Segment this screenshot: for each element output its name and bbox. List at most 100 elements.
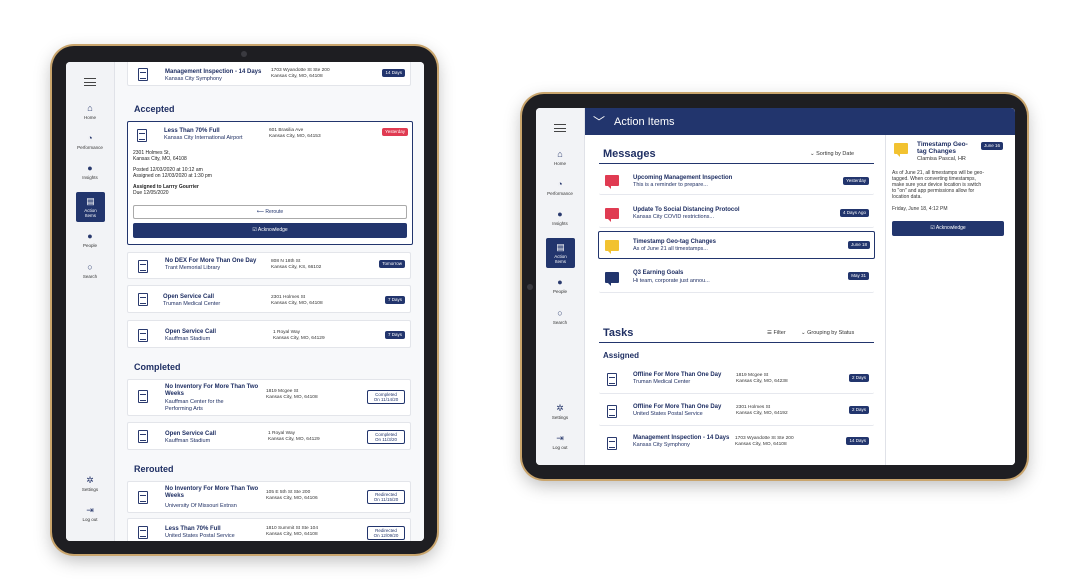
vending-machine-icon [138,260,148,273]
task-subtitle: Trant Memorial Library [165,265,221,271]
nav-people[interactable]: ● People [74,228,106,250]
task-title: Open Service Call [165,431,217,437]
section-messages: Messages [603,148,656,160]
alert-red-icon [605,175,619,189]
task-title: No Inventory For More Than Two Weeks [165,384,259,397]
nav-settings[interactable]: ✲ Settings [544,400,576,422]
section-completed: Completed [134,362,181,372]
task-title: Less Than 70% Full [164,128,220,134]
task-row[interactable]: Management Inspection - 14 Days Kansas C… [599,429,874,459]
task-card[interactable]: Less Than 70% Full United States Postal … [127,518,411,541]
task-row[interactable]: Offline For More Than One Day United Sta… [599,397,874,426]
task-address: 2301 Holmes St Kansas City, MO, 64192 [736,405,788,416]
message-title: Q3 Earning Goals [633,270,684,276]
task-card[interactable]: Open Service Call Kauffman Stadium 1 Roy… [127,422,411,450]
status-badge: 14 Days [382,69,405,77]
nav-logout[interactable]: ⇥ Log out [74,502,106,524]
nav-people[interactable]: ● People [544,274,576,296]
person-icon: ● [87,230,93,241]
task-card[interactable]: No Inventory For More Than Two Weeks Kauf… [127,379,411,416]
vending-machine-icon [138,293,148,306]
gear-icon: ✲ [86,474,94,485]
detail-sender: Clamisa Pascal, HR [917,156,966,162]
nav-search[interactable]: ○ Search [74,259,106,281]
message-row[interactable]: Q3 Earning Goals Hi team, corporate just… [599,263,874,293]
completed-badge: Completed On 11/14/20 [367,390,405,404]
completed-badge: Completed On 11/3/20 [367,430,405,444]
vending-machine-icon [138,390,148,403]
section-rerouted: Rerouted [134,464,174,474]
vending-machine-icon [138,430,148,443]
message-row[interactable]: Update To Social Distancing Protocol Kan… [599,198,874,228]
task-subtitle: Kansas City Symphony [633,442,690,448]
chevron-down-icon[interactable]: ﹀ [593,113,605,130]
search-icon: ○ [557,307,563,318]
task-card[interactable]: No DEX For More Than One Day Trant Memor… [127,252,411,279]
message-row[interactable]: Upcoming Management Inspection This is a… [599,166,874,195]
vending-machine-icon [137,129,147,142]
status-badge: 7 Days [384,296,405,304]
alert-red-icon [605,208,619,222]
right-screen: ⌂ Home ◔ Performance ● Insights ▤ Action Ite… [536,108,1015,465]
logout-icon: ⇥ [556,432,564,443]
status-badge: 2 Days [848,406,869,414]
message-preview: Hi team, corporate just annou... [633,278,710,284]
status-badge: Tomorrow [379,260,405,268]
message-row-selected[interactable]: Timestamp Geo-tag Changes As of June 21 … [598,231,875,259]
status-badge: 7 Days [384,331,405,339]
task-address: 2301 Holmes St Kansas City, MO, 64108 [271,295,323,306]
nav-insights[interactable]: ● Insights [544,206,576,228]
nav-action-items[interactable]: ▤ Action Items [76,192,105,222]
nav-home[interactable]: ⌂ Home [544,146,576,168]
home-icon: ⌂ [87,102,93,113]
nav-logout[interactable]: ⇥ Log out [544,430,576,452]
task-address: 1703 Wyandotte St Ste 200 Kansas City, MO… [735,436,794,447]
task-address: 1819 Mcgee St Kansas City, MO, 64238 [736,373,788,384]
nav-performance[interactable]: ◔ Performance [544,176,576,198]
reroute-button[interactable]: ⟵ Reroute [133,205,407,219]
task-title: Offline For More Than One Day [633,404,722,410]
message-title: Timestamp Geo-tag Changes [633,239,716,245]
task-card[interactable]: Open Service Call Kauffman Stadium 1 Roy… [127,320,411,348]
section-accepted: Accepted [134,104,175,114]
app-header: ﹀ Action Items [585,108,1015,135]
task-address: 601 Brasilia Ave Kansas City, MO, 64153 [269,128,321,139]
nav-performance[interactable]: ◔ Performance [74,130,106,152]
detail-timestamp: Friday, June 18, 4:12 PM [892,206,948,212]
task-card[interactable]: No Inventory For More Than Two Weeks Univ… [127,481,411,513]
nav-insights[interactable]: ● Insights [74,160,106,182]
filter-button[interactable]: ☰ Filter [767,330,786,336]
nav-settings[interactable]: ✲ Settings [74,472,106,494]
date-badge: May 31 [848,272,869,280]
sort-dropdown[interactable]: ⌄ Sorting by Date [810,151,854,157]
group-dropdown[interactable]: ⌄ Grouping by Status [801,330,854,336]
task-address: 1819 Mcgee St Kansas City, MO, 64108 [266,389,318,400]
task-title: No Inventory For More Than Two Weeks [165,486,259,499]
alert-yellow-icon [894,143,908,157]
task-title: Management Inspection - 14 Days [633,435,730,441]
message-blue-icon [605,272,619,286]
expanded-task-card[interactable]: Less Than 70% Full Kansas City Internati… [127,121,413,245]
task-card[interactable]: Management Inspection - 14 Days Kansas C… [127,62,411,86]
acknowledge-button[interactable]: ☑ Acknowledge [892,221,1004,236]
acknowledge-button[interactable]: ☑ Acknowledge [133,223,407,238]
hamburger-icon[interactable] [84,78,96,89]
nav-home[interactable]: ⌂ Home [74,100,106,122]
task-title: Management Inspection - 14 Days [165,69,262,75]
hamburger-icon[interactable] [554,124,566,135]
vending-machine-icon [138,526,148,539]
nav-action-items[interactable]: ▤ Action Items [546,238,575,268]
message-title: Upcoming Management Inspection [633,175,733,181]
task-subtitle: Kauffman Stadium [165,438,211,444]
alert-yellow-icon [605,240,619,254]
logout-icon: ⇥ [86,504,94,515]
task-card[interactable]: Open Service Call Truman Medical Center … [127,285,411,313]
nav-search[interactable]: ○ Search [544,305,576,327]
task-subtitle: Kansas City Symphony [165,76,222,82]
task-row[interactable]: Offline For More Than One Day Truman Med… [599,365,874,394]
right-main: ﹀ Action Items Messages ⌄ Sorting by Dat… [585,108,1015,465]
redirected-badge: Redirected On 12/09/20 [367,526,405,540]
date-badge: 4 Days Ago [839,209,869,217]
right-tablet: ⌂ Home ◔ Performance ● Insights ▤ Action Ite… [522,94,1027,479]
section-tasks: Tasks [603,327,634,339]
